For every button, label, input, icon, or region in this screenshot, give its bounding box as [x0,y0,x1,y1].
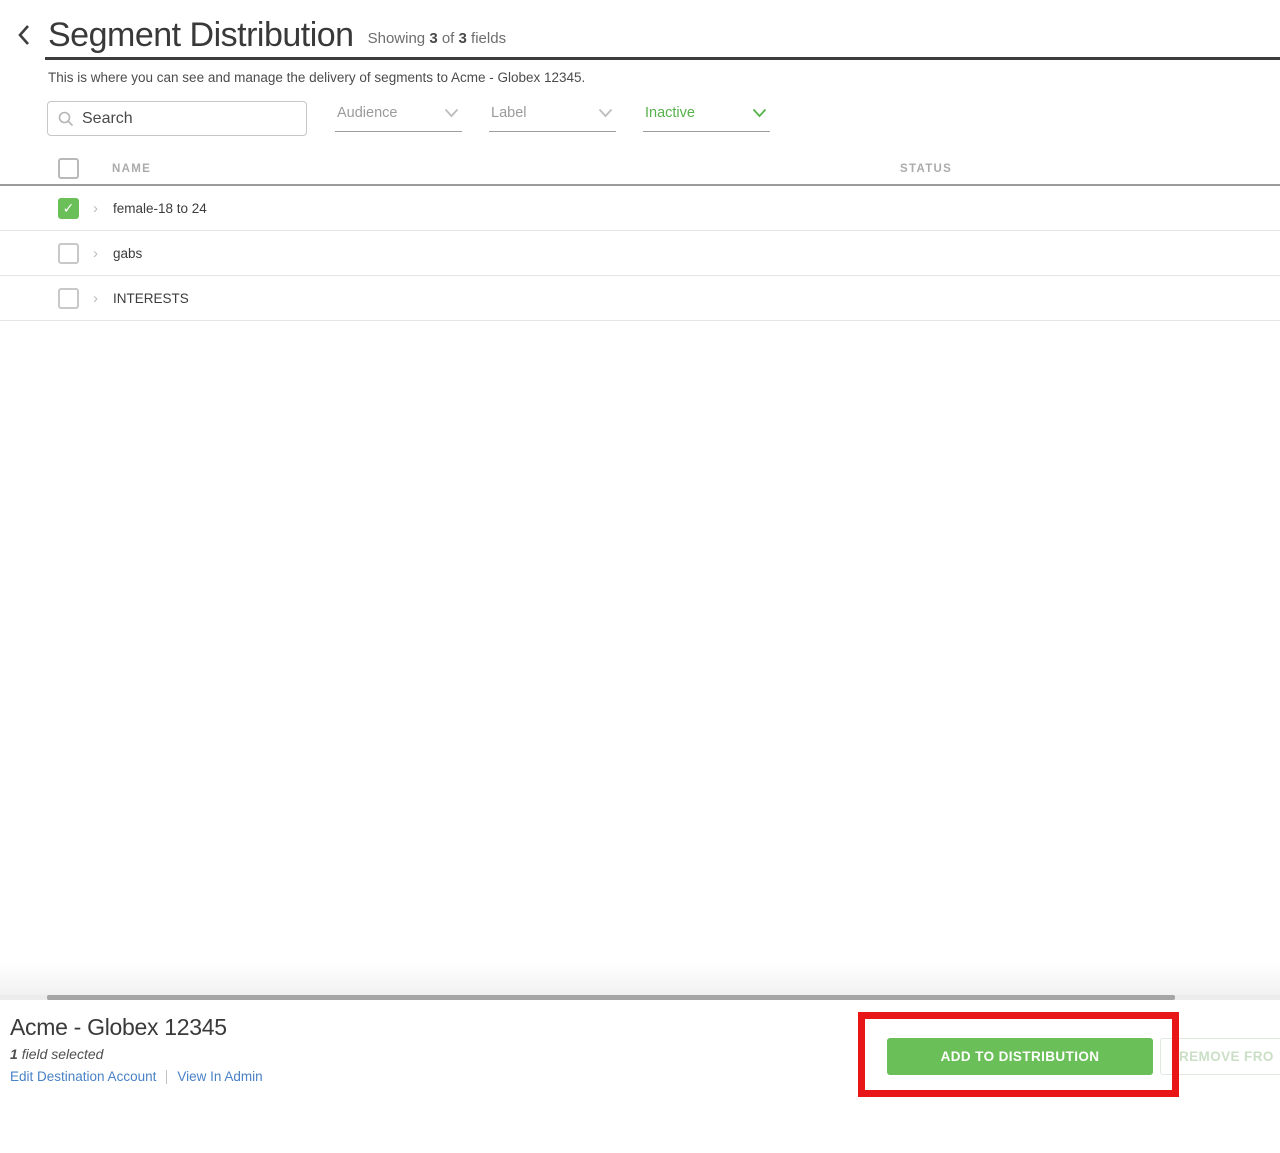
link-divider [166,1070,167,1084]
showing-total-value: 3 [459,30,467,47]
selected-count-line: 1 field selected [10,1046,263,1062]
table-row[interactable]: › INTERESTS [0,276,1280,321]
footer-links: Edit Destination Account View In Admin [10,1069,263,1084]
chevron-down-icon [444,108,459,118]
view-in-admin-link[interactable]: View In Admin [177,1069,262,1084]
chevron-right-icon[interactable]: › [93,245,98,262]
chevron-right-icon[interactable]: › [93,200,98,217]
row-checkbox[interactable] [58,288,79,309]
segments-table: NAME STATUS ✓ › female-18 to 24 › gabs ›… [0,153,1280,321]
row-checkbox[interactable]: ✓ [58,198,79,219]
remove-from-distribution-button[interactable]: REMOVE FRO [1160,1038,1280,1075]
selected-count-value: 1 [10,1046,18,1062]
table-body: ✓ › female-18 to 24 › gabs › INTERESTS [0,186,1280,321]
row-checkbox[interactable] [58,243,79,264]
segment-distribution-page: Segment Distribution Showing 3 of 3 fiel… [0,0,1280,1153]
footer-shadow [0,962,1280,995]
showing-prefix: Showing [368,30,426,47]
table-row[interactable]: ✓ › female-18 to 24 [0,186,1280,231]
toolbar: Audience Label Inactive [47,101,1280,136]
title-underline [45,57,1280,60]
page-header: Segment Distribution Showing 3 of 3 fiel… [0,0,1280,54]
row-name: female-18 to 24 [113,201,207,216]
column-header-status: STATUS [900,163,952,175]
horizontal-scrollbar-thumb[interactable] [47,995,1175,1000]
filter-label-dropdown[interactable]: Label [489,104,616,132]
filter-inactive[interactable]: Inactive [643,104,770,132]
search-box[interactable] [47,101,307,136]
search-input[interactable] [82,110,282,128]
edit-destination-account-link[interactable]: Edit Destination Account [10,1069,156,1084]
row-name: gabs [113,246,142,261]
page-description: This is where you can see and manage the… [48,70,1280,85]
filter-audience[interactable]: Audience [335,104,462,132]
filter-label: Audience [337,105,397,121]
row-name: INTERESTS [113,291,189,306]
search-icon [58,111,74,127]
column-header-name: NAME [112,163,151,175]
horizontal-scrollbar [0,995,1280,1000]
destination-account-name: Acme - Globex 12345 [10,1014,263,1041]
back-button[interactable] [13,20,35,50]
table-row[interactable]: › gabs [0,231,1280,276]
chevron-down-icon [752,108,767,118]
showing-of: of [442,30,455,47]
filter-label: Label [491,105,526,121]
footer-info: Acme - Globex 12345 1 field selected Edi… [10,1014,263,1084]
chevron-right-icon[interactable]: › [93,290,98,307]
select-all-checkbox[interactable] [58,158,79,179]
showing-count: Showing 3 of 3 fields [368,30,506,47]
back-icon [17,23,31,47]
chevron-down-icon [598,108,613,118]
table-header: NAME STATUS [0,153,1280,186]
selected-count-label: field selected [22,1046,104,1062]
showing-suffix: fields [471,30,506,47]
filter-group: Audience Label Inactive [335,104,797,132]
showing-count-value: 3 [429,30,437,47]
page-title: Segment Distribution [48,16,354,54]
add-to-distribution-button[interactable]: ADD TO DISTRIBUTION [887,1038,1153,1075]
filter-label: Inactive [645,105,695,121]
